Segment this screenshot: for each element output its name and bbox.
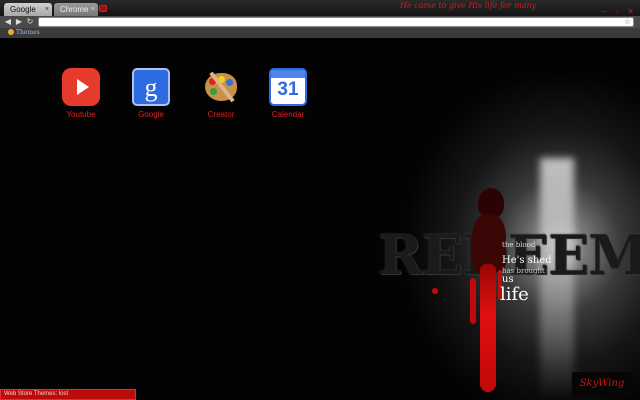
app-label: Google — [138, 110, 164, 119]
app-label: Creator — [207, 110, 235, 119]
calendar-day: 31 — [277, 79, 299, 100]
blood-drip — [470, 278, 476, 324]
tab-google[interactable]: Google × — [4, 3, 52, 16]
paint-dot — [226, 79, 233, 86]
tab-label: Google — [10, 5, 36, 14]
new-tab-button[interactable] — [99, 5, 107, 12]
palette-icon — [8, 29, 14, 35]
tab-label: Chrome — [60, 5, 89, 14]
artwork-line: He's shed — [502, 255, 552, 266]
close-icon[interactable]: × — [45, 3, 49, 16]
tab-chrome[interactable]: Chrome × — [54, 3, 98, 16]
blood-streak — [480, 264, 496, 392]
title-bar: Google × Chrome × He came to give His li… — [0, 0, 640, 16]
bookmark-label: Themes — [16, 29, 40, 36]
status-bar: Web Store Themes: lost — [0, 389, 136, 400]
restore-icon[interactable]: ▫ — [612, 7, 623, 16]
google-icon: g — [132, 68, 170, 106]
close-icon[interactable]: × — [91, 3, 95, 16]
new-tab-page: Youtube g Google Creator 31 Calendar RED… — [0, 38, 640, 400]
window-close-icon[interactable]: ✕ — [625, 7, 636, 16]
app-calendar[interactable]: 31 Calendar — [258, 68, 318, 119]
forward-icon[interactable]: ▶ — [14, 16, 24, 28]
youtube-icon — [62, 68, 100, 106]
app-label: Calendar — [271, 110, 305, 119]
window-controls: – ▫ ✕ — [597, 1, 636, 16]
calendar-header — [271, 70, 305, 78]
toolbar: ◀ ▶ ↻ ☆ — [0, 16, 640, 28]
artist-signature: SkyWing — [572, 372, 632, 396]
star-icon[interactable]: ☆ — [624, 17, 631, 26]
artwork-line: the blood — [502, 241, 536, 249]
paint-dot — [210, 88, 217, 95]
calendar-icon: 31 — [269, 68, 307, 106]
minimize-icon[interactable]: – — [599, 7, 610, 16]
app-label: Youtube — [66, 110, 96, 119]
app-youtube[interactable]: Youtube — [51, 68, 111, 119]
blood-drop — [432, 288, 438, 294]
back-icon[interactable]: ◀ — [3, 16, 13, 28]
bookmark-themes[interactable]: Themes — [8, 28, 40, 38]
app-google[interactable]: g Google — [121, 68, 181, 119]
reload-icon[interactable]: ↻ — [25, 16, 35, 28]
theme-tagline: He came to give His life for many — [400, 1, 537, 10]
address-bar[interactable]: ☆ — [38, 17, 634, 27]
artwork-line: life — [500, 284, 529, 305]
paint-palette-icon — [202, 68, 240, 106]
google-glyph: g — [144, 73, 158, 102]
bookmarks-bar: Themes — [0, 28, 640, 38]
app-creator[interactable]: Creator — [191, 68, 251, 119]
